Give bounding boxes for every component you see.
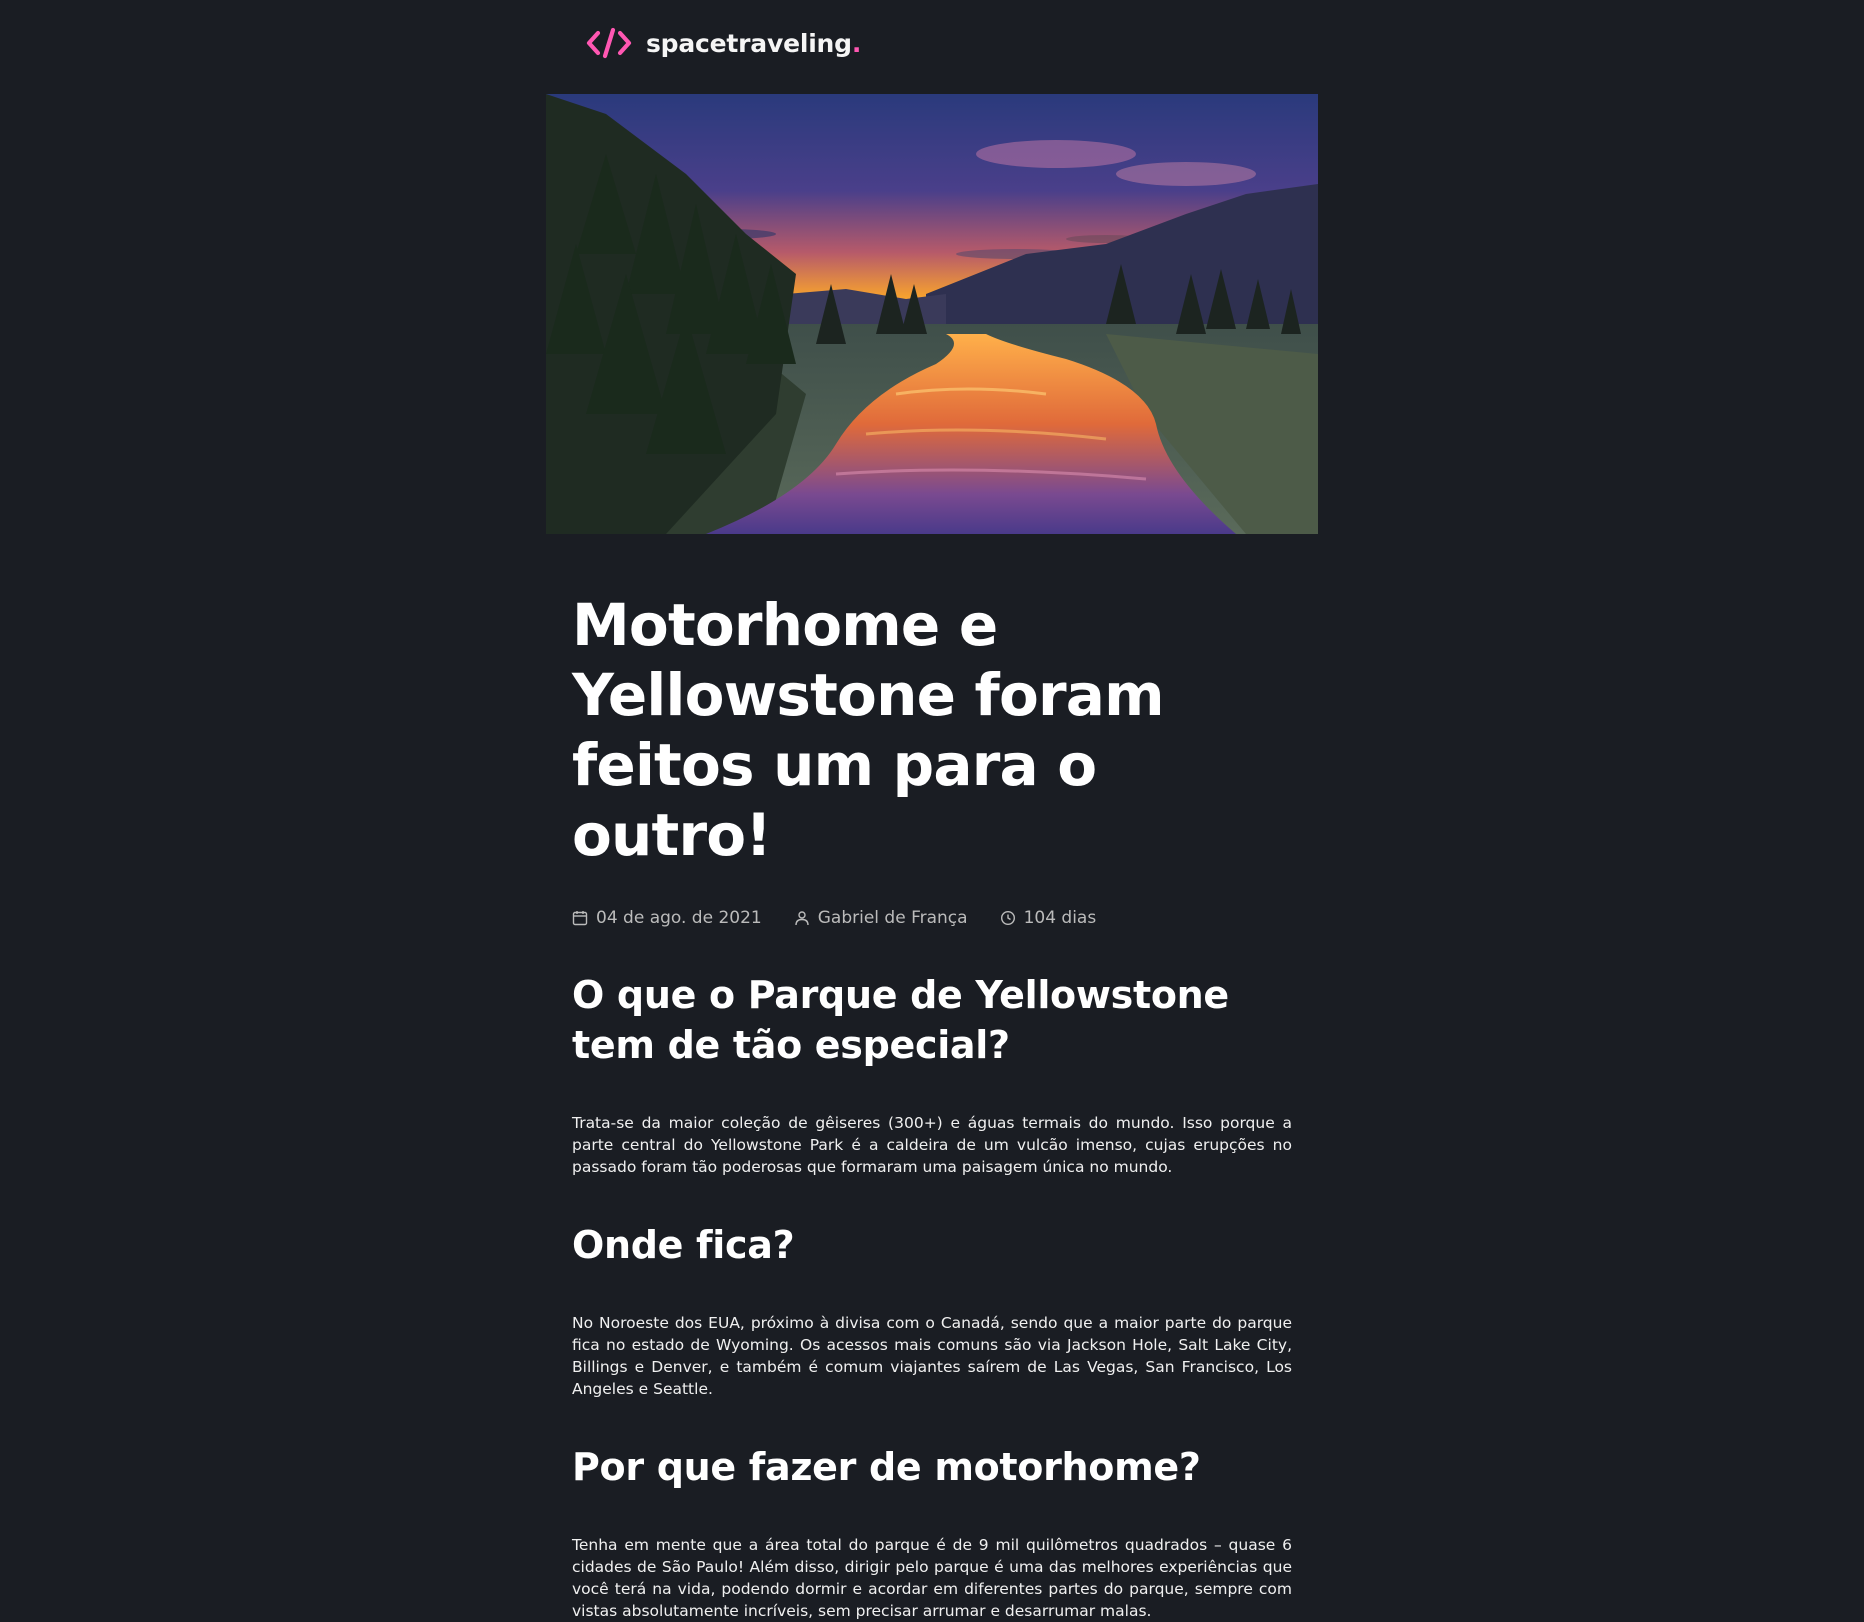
section-body: No Noroeste dos EUA, próximo à divisa co… bbox=[572, 1314, 1292, 1398]
logo-text[interactable]: spacetraveling. bbox=[646, 29, 861, 58]
section-body: Trata-se da maior coleção de gêiseres (3… bbox=[572, 1114, 1292, 1176]
article: Motorhome e Yellowstone foram feitos um … bbox=[572, 590, 1292, 1622]
meta-reading-time: 104 dias bbox=[1000, 908, 1097, 928]
user-icon bbox=[794, 910, 810, 926]
author-text: Gabriel de França bbox=[817, 908, 968, 928]
section-heading: Onde fica? bbox=[572, 1223, 795, 1267]
logo-name: spacetraveling bbox=[646, 28, 852, 58]
clock-icon bbox=[1000, 910, 1016, 926]
site-header: spacetraveling. bbox=[586, 26, 861, 60]
logo-dot: . bbox=[851, 28, 862, 58]
article-title: Motorhome e Yellowstone foram feitos um … bbox=[572, 591, 1165, 869]
article-meta: 04 de ago. de 2021 Gabriel de França 104… bbox=[572, 906, 1292, 930]
date-text: 04 de ago. de 2021 bbox=[596, 908, 762, 928]
reading-time-text: 104 dias bbox=[1023, 908, 1097, 928]
landscape-image bbox=[546, 94, 1318, 534]
code-brackets-icon[interactable] bbox=[586, 26, 632, 60]
calendar-icon bbox=[572, 910, 588, 926]
meta-date: 04 de ago. de 2021 bbox=[572, 908, 762, 928]
banner-image bbox=[546, 94, 1318, 534]
section-heading: O que o Parque de Yellowstone tem de tão… bbox=[572, 973, 1229, 1067]
section-heading: Por que fazer de motorhome? bbox=[572, 1445, 1201, 1489]
meta-author: Gabriel de França bbox=[794, 908, 968, 928]
section-body: Tenha em mente que a área total do parqu… bbox=[572, 1536, 1292, 1620]
